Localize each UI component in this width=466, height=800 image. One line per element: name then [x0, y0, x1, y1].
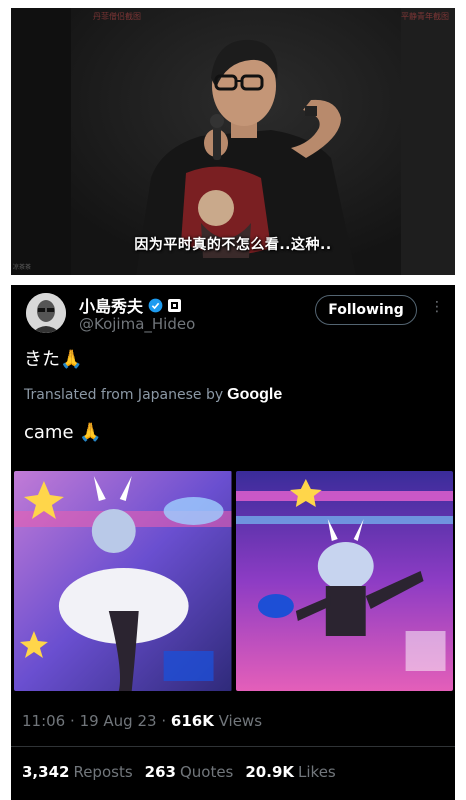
- tweet-card: 小島秀夫 @Kojima_Hideo Following ⋮ きた🙏 Trans…: [11, 285, 455, 800]
- tweet-meta: 11:06 · 19 Aug 23 · 616K Views: [22, 712, 263, 730]
- tweet-original-text: きた🙏: [24, 349, 83, 370]
- reposts-count: 3,342: [22, 763, 70, 781]
- display-name[interactable]: 小島秀夫: [79, 293, 143, 317]
- media-image-2[interactable]: [235, 471, 453, 691]
- translated-prefix: Translated from Japanese by: [24, 387, 224, 403]
- divider: [11, 746, 455, 747]
- likes-stat[interactable]: 20.9K Likes: [245, 763, 335, 781]
- likes-label: Likes: [298, 763, 336, 781]
- more-options-icon[interactable]: ⋮: [430, 299, 444, 315]
- avatar-portrait-icon: [26, 293, 66, 333]
- game-scene-image: [235, 471, 453, 691]
- tweet-time[interactable]: 11:06: [22, 712, 65, 730]
- game-scene-image: [14, 471, 232, 691]
- views-label: Views: [218, 712, 263, 730]
- video-frame: 丹菲僧侣截图 平静青年截图 凉茶茶 因为平时真的不怎么看..这种..: [11, 8, 455, 275]
- video-subtitle: 因为平时真的不怎么看..这种..: [134, 237, 332, 253]
- author-name-row: 小島秀夫: [79, 293, 182, 317]
- quotes-count: 263: [144, 763, 176, 781]
- watermark-right: 平静青年截图: [401, 12, 449, 21]
- following-button[interactable]: Following: [315, 295, 417, 325]
- engagement-stats: 3,342 Reposts 263 Quotes 20.9K Likes: [22, 763, 336, 781]
- watermark-left: 丹菲僧侣截图: [93, 12, 141, 21]
- media-image-1[interactable]: [14, 471, 232, 691]
- user-handle[interactable]: @Kojima_Hideo: [79, 315, 195, 333]
- google-label: Google: [227, 386, 283, 403]
- likes-count: 20.9K: [245, 763, 295, 781]
- affiliation-badge-icon: [168, 298, 182, 312]
- tweet-translation: came 🙏: [24, 422, 102, 443]
- tweet-date[interactable]: 19 Aug 23: [80, 712, 157, 730]
- quotes-stat[interactable]: 263 Quotes: [145, 763, 234, 781]
- quotes-label: Quotes: [179, 763, 234, 781]
- avatar[interactable]: [26, 293, 66, 333]
- reposts-stat[interactable]: 3,342 Reposts: [22, 763, 133, 781]
- translation-attribution: Translated from Japanese by Google: [24, 386, 282, 404]
- views-count: 616K: [170, 712, 214, 730]
- reposts-label: Reposts: [73, 763, 133, 781]
- corner-text: 凉茶茶: [13, 264, 32, 271]
- verified-badge-icon: [148, 298, 163, 312]
- tweet-media: [14, 471, 453, 691]
